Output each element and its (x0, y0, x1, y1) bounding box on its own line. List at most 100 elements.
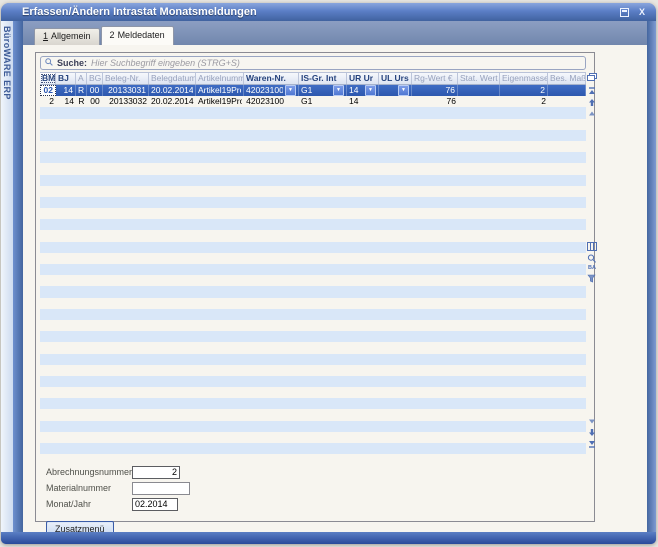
scroll-to-top-icon[interactable] (587, 87, 597, 96)
table-empty-row[interactable] (40, 253, 586, 264)
table-empty-row[interactable] (40, 242, 586, 253)
table-empty-row[interactable] (40, 387, 586, 398)
table-empty-row[interactable] (40, 107, 586, 118)
cell[interactable]: 42023100 (244, 96, 299, 107)
cell[interactable]: 20133032 (103, 96, 149, 107)
ba-sort-icon[interactable]: BA (586, 265, 598, 271)
monat-jahr-input[interactable] (132, 498, 178, 511)
cell[interactable]: 20.02.2014 (149, 85, 196, 96)
cell[interactable]: 42023100▼ (244, 85, 299, 96)
table-empty-row[interactable] (40, 163, 586, 174)
cell[interactable]: G1▼ (299, 85, 347, 96)
close-icon[interactable]: X (634, 6, 650, 19)
table-empty-row[interactable] (40, 421, 586, 432)
tab-meldedaten[interactable]: 2Meldedaten (101, 26, 174, 45)
column-header-beleg-nr-[interactable]: Beleg-Nr. (103, 73, 149, 84)
cell[interactable] (458, 96, 500, 107)
materialnummer-input[interactable] (132, 482, 190, 495)
restore-icon[interactable] (616, 6, 632, 19)
cell[interactable] (548, 85, 586, 96)
cell[interactable] (379, 96, 412, 107)
column-header-ur-ur[interactable]: UR Ur (347, 73, 379, 84)
table-empty-row[interactable] (40, 354, 586, 365)
cell-dropdown-icon[interactable]: ▼ (333, 85, 344, 96)
table-empty-row[interactable] (40, 208, 586, 219)
cell-dropdown-icon[interactable]: ▼ (398, 85, 409, 96)
table-empty-row[interactable] (40, 264, 586, 275)
filter-icon[interactable] (587, 274, 597, 283)
cell[interactable]: Artikel19Prozen (196, 85, 244, 96)
cell[interactable]: ▼ (379, 85, 412, 96)
table-empty-row[interactable] (40, 175, 586, 186)
table-empty-row[interactable] (40, 130, 586, 141)
column-header-is-gr-int[interactable]: IS-Gr. Int (299, 73, 347, 84)
table-row[interactable]: 0214R002013303120.02.2014Artikel19Prozen… (40, 85, 586, 96)
table-empty-row[interactable] (40, 219, 586, 230)
table-empty-row[interactable] (40, 230, 586, 241)
column-header-ul-urs[interactable]: UL Urs (379, 73, 412, 84)
tab-allgemein[interactable]: 1Allgemein (34, 28, 100, 45)
cell[interactable]: 76 (412, 96, 458, 107)
columns-icon[interactable] (587, 242, 597, 251)
scroll-up-arrow-icon[interactable] (587, 98, 597, 107)
table-empty-row[interactable] (40, 342, 586, 353)
abrechnungsnummer-input[interactable] (132, 466, 180, 479)
page-up-icon[interactable] (587, 109, 597, 118)
column-header-bm[interactable]: BM (40, 73, 56, 84)
table-search-icon[interactable] (587, 254, 597, 263)
column-header-eigenmasse-in-kg[interactable]: Eigenmasse in KG (500, 73, 548, 84)
cell[interactable]: 02 (40, 85, 56, 96)
column-header-bg[interactable]: BG (87, 73, 103, 84)
column-header-rg-wert-[interactable]: Rg-Wert € (412, 73, 458, 84)
table-empty-row[interactable] (40, 320, 586, 331)
cell[interactable]: 14 (56, 85, 76, 96)
table-properties-icon[interactable] (587, 73, 597, 82)
column-header-stat-wert-[interactable]: Stat. Wert € (458, 73, 500, 84)
cell[interactable]: 20133031 (103, 85, 149, 96)
table-empty-row[interactable] (40, 365, 586, 376)
scroll-to-bottom-icon[interactable] (587, 439, 597, 448)
table-empty-row[interactable] (40, 286, 586, 297)
search-bar[interactable]: Suche: Hier Suchbegriff eingeben (STRG+S… (40, 56, 586, 70)
cell[interactable]: 2 (40, 96, 56, 107)
table-empty-row[interactable] (40, 186, 586, 197)
cell[interactable]: 00 (87, 96, 103, 107)
cell[interactable]: R (76, 85, 87, 96)
column-header-bes-ma-einheit[interactable]: Bes. Maßeinheit (548, 73, 586, 84)
table-empty-row[interactable] (40, 119, 586, 130)
column-header-a[interactable]: A (76, 73, 87, 84)
cell-dropdown-icon[interactable]: ▼ (365, 85, 376, 96)
cell[interactable]: 14 (56, 96, 76, 107)
table-row[interactable]: 214R002013303220.02.2014Artikel19Prozen4… (40, 96, 586, 107)
table-empty-row[interactable] (40, 398, 586, 409)
table-empty-row[interactable] (40, 409, 586, 420)
cell[interactable]: 14 (347, 96, 379, 107)
column-header-bj[interactable]: BJ (56, 73, 76, 84)
table-empty-row[interactable] (40, 309, 586, 320)
table-empty-row[interactable] (40, 197, 586, 208)
table-empty-row[interactable] (40, 298, 586, 309)
cell[interactable]: 2 (500, 85, 548, 96)
table-empty-row[interactable] (40, 141, 586, 152)
table-empty-row[interactable] (40, 432, 586, 443)
table-empty-row[interactable] (40, 152, 586, 163)
cell[interactable]: R (76, 96, 87, 107)
page-down-icon[interactable] (587, 417, 597, 426)
table-empty-row[interactable] (40, 443, 586, 454)
column-header-belegdatum[interactable]: Belegdatum (149, 73, 196, 84)
table-empty-row[interactable] (40, 331, 586, 342)
cell[interactable]: 76 (412, 85, 458, 96)
table-empty-row[interactable] (40, 275, 586, 286)
column-header-waren-nr-[interactable]: Waren-Nr. (244, 73, 299, 84)
cell[interactable]: Artikel19Prozen (196, 96, 244, 107)
cell[interactable] (548, 96, 586, 107)
cell[interactable]: 20.02.2014 (149, 96, 196, 107)
scroll-down-arrow-icon[interactable] (587, 428, 597, 437)
cell[interactable]: 2 (500, 96, 548, 107)
table-empty-row[interactable] (40, 376, 586, 387)
column-header-artikelnummer[interactable]: Artikelnummer (196, 73, 244, 84)
cell[interactable]: 14▼ (347, 85, 379, 96)
cell-dropdown-icon[interactable]: ▼ (285, 85, 296, 96)
cell[interactable]: 00 (87, 85, 103, 96)
cell[interactable]: G1 (299, 96, 347, 107)
